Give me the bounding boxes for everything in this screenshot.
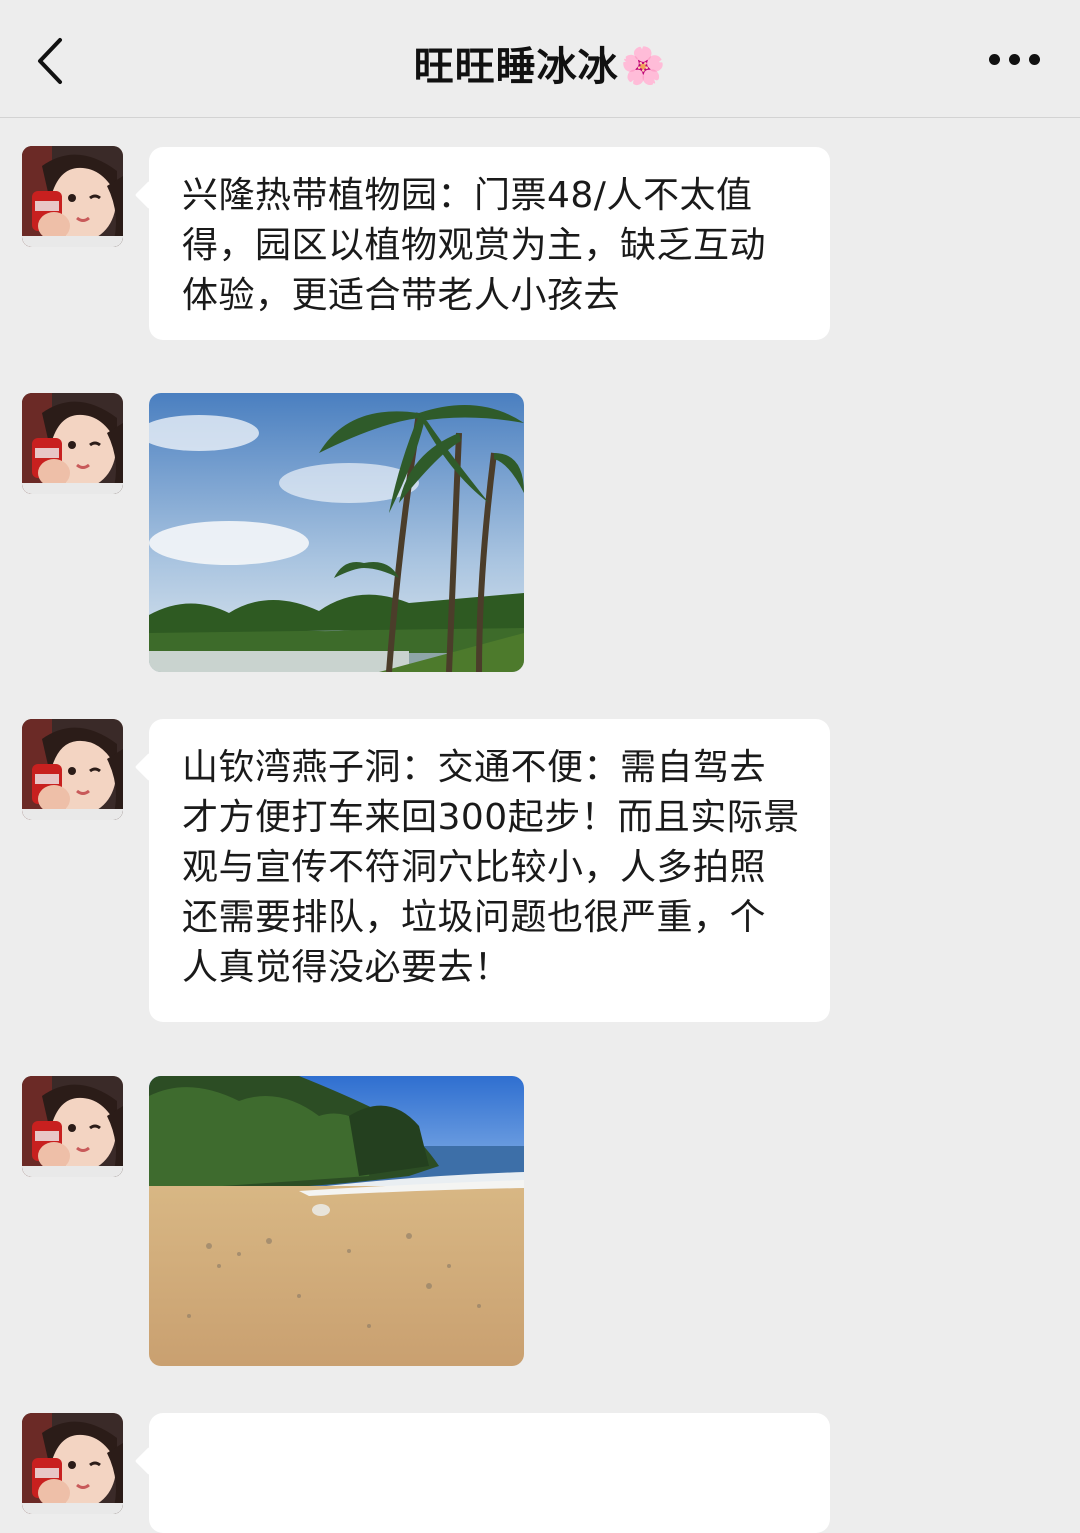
- more-dots-icon[interactable]: [985, 50, 1045, 74]
- sandy-beach-photo[interactable]: [149, 1076, 524, 1366]
- text-message-bubble[interactable]: 兴隆热带植物园：门票48/人不太值得，园区以植物观赏为主，缺乏互动体验，更适合带…: [149, 147, 830, 340]
- chat-title: 旺旺睡冰冰🌸: [0, 34, 1080, 92]
- sender-avatar[interactable]: [22, 393, 123, 494]
- text-message-bubble[interactable]: 山钦湾燕子洞：交通不便：需自驾去才方便打车来回300起步！而且实际景观与宣传不符…: [149, 719, 830, 1022]
- text-message-bubble[interactable]: [149, 1413, 830, 1533]
- sender-avatar[interactable]: [22, 146, 123, 247]
- palm-tree-lake-photo[interactable]: [149, 393, 524, 672]
- cherry-blossom-icon: 🌸: [620, 46, 667, 87]
- chat-title-text: 旺旺睡冰冰: [413, 44, 619, 90]
- sender-avatar[interactable]: [22, 719, 123, 820]
- sender-avatar[interactable]: [22, 1413, 123, 1514]
- chat-header: 旺旺睡冰冰🌸: [0, 0, 1080, 118]
- sender-avatar[interactable]: [22, 1076, 123, 1177]
